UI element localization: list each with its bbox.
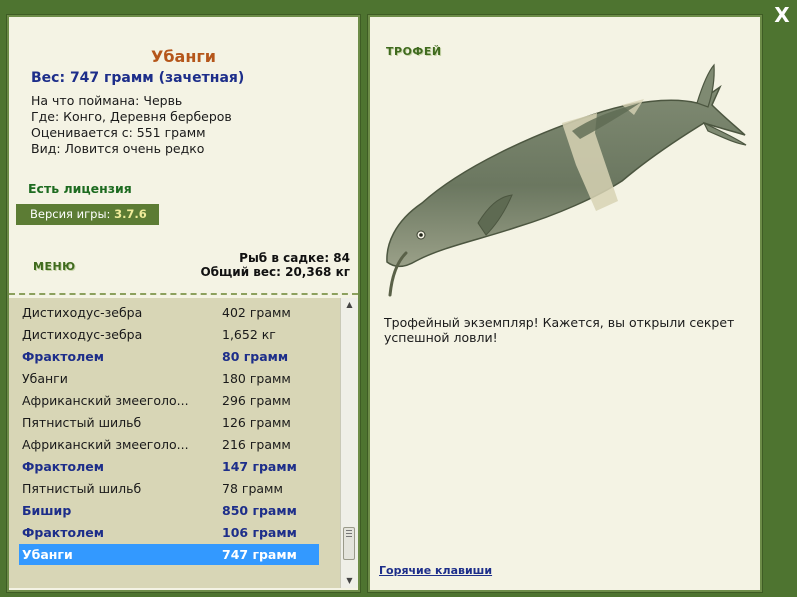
up-arrow-icon[interactable]: ▲ <box>341 298 358 312</box>
list-item-weight: 126 грамм <box>222 415 291 430</box>
list-item[interactable]: Фрактолем 147 грамм <box>19 456 319 477</box>
list-item-name: Бишир <box>22 503 72 518</box>
trophy-message: Трофейный экземпляр! Кажется, вы открыли… <box>384 315 735 345</box>
list-item-name: Африканский змееголо... <box>22 393 189 408</box>
list-item[interactable]: Дистиходус-зебра 1,652 кг <box>19 324 319 345</box>
list-item-name: Дистиходус-зебра <box>22 327 143 342</box>
list-item-weight: 147 грамм <box>222 459 297 474</box>
trophy-heading: ТРОФЕЙ <box>386 45 442 58</box>
list-item-weight: 80 грамм <box>222 349 289 364</box>
version-label: Версия игры: <box>30 207 115 221</box>
list-item[interactable]: Фрактолем 106 грамм <box>19 522 319 543</box>
divider <box>9 293 358 295</box>
list-item[interactable]: Убанги 180 грамм <box>19 368 319 389</box>
list-item[interactable]: Африканский змееголо... 216 грамм <box>19 434 319 455</box>
scroll-thumb[interactable] <box>343 527 355 560</box>
list-item[interactable]: Пятнистый шильб 126 грамм <box>19 412 319 433</box>
list-item[interactable]: Убанги 747 грамм <box>19 544 319 565</box>
version-value: 3.7.6 <box>114 207 147 221</box>
list-item[interactable]: Дистиходус-зебра 402 грамм <box>19 302 319 323</box>
list-item-name: Убанги <box>22 547 73 562</box>
trophy-panel: ТРОФЕЙ Трофейный экземпляр! Кажется, вы … <box>370 17 760 590</box>
catch-list-scrollbar[interactable]: ▲ ▼ <box>340 298 358 588</box>
cage-stats: Рыб в садке: 84 Общий вес: 20,368 кг <box>200 251 350 279</box>
rating-info: Оценивается с: 551 грамм <box>31 125 206 140</box>
list-item-name: Убанги <box>22 371 68 386</box>
close-button[interactable]: X <box>771 4 793 26</box>
list-item-name: Фрактолем <box>22 525 104 540</box>
cage-count: Рыб в садке: 84 <box>239 251 350 265</box>
list-item-weight: 216 грамм <box>222 437 291 452</box>
fish-info-panel: Убанги Вес: 747 грамм (зачетная) На что … <box>9 17 358 590</box>
bait-info: На что поймана: Червь <box>31 93 183 108</box>
list-item-weight: 106 грамм <box>222 525 297 540</box>
down-arrow-icon[interactable]: ▼ <box>341 574 358 588</box>
fish-weight: Вес: 747 грамм (зачетная) <box>31 70 245 86</box>
elephantfish-image <box>386 63 747 297</box>
list-item[interactable]: Фрактолем 80 грамм <box>19 346 319 367</box>
list-item-weight: 1,652 кг <box>222 327 276 342</box>
list-item-name: Пятнистый шильб <box>22 415 142 430</box>
list-item-weight: 850 грамм <box>222 503 297 518</box>
list-item-name: Пятнистый шильб <box>22 481 142 496</box>
fish-title: Убанги <box>151 47 216 66</box>
list-item-name: Африканский змееголо... <box>22 437 189 452</box>
rarity-info: Вид: Ловится очень редко <box>31 141 205 156</box>
list-item-name: Фрактолем <box>22 349 104 364</box>
list-item-name: Фрактолем <box>22 459 104 474</box>
hotkeys-link[interactable]: Горячие клавиши <box>379 564 492 577</box>
catch-list[interactable]: Дистиходус-зебра 402 грамм Дистиходус-зебр… <box>9 298 340 588</box>
list-item-weight: 296 грамм <box>222 393 291 408</box>
list-item-weight: 180 грамм <box>222 371 291 386</box>
list-item-weight: 78 грамм <box>222 481 283 496</box>
list-item[interactable]: Бишир 850 грамм <box>19 500 319 521</box>
cage-total-weight: Общий вес: 20,368 кг <box>200 265 350 279</box>
location-info: Где: Конго, Деревня берберов <box>31 109 232 124</box>
menu-button[interactable]: МЕНЮ <box>33 260 76 273</box>
list-item[interactable]: Африканский змееголо... 296 грамм <box>19 390 319 411</box>
version-bar: Версия игры: 3.7.6 <box>16 204 159 225</box>
license-status: Есть лицензия <box>28 181 132 196</box>
list-item-weight: 402 грамм <box>222 305 291 320</box>
list-item[interactable]: Пятнистый шильб 78 грамм <box>19 478 319 499</box>
list-item-name: Дистиходус-зебра <box>22 305 143 320</box>
list-item-weight: 747 грамм <box>222 547 297 562</box>
